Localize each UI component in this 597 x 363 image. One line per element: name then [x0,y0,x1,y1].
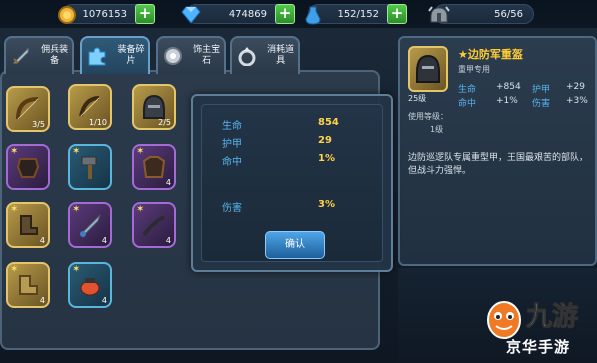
fragment-count: 4 [165,178,171,187]
resource-bar: 1076153 + 474869 + 152/152 + 56/56 [0,0,597,28]
stat-label: 伤害 [532,99,551,109]
star-icon: ✶ [10,146,19,157]
confirm-button[interactable]: 确认 [265,231,325,259]
item-level-tag: 25级 [408,94,427,103]
stat-value: 1% [318,153,335,164]
stat-label: 护甲 [532,85,551,95]
fragment-slot[interactable]: 2/5 [132,84,176,130]
fragment-count: 4 [101,236,107,245]
tab-consumables[interactable]: 消耗道具 [230,36,300,74]
gold-counter: 1076153 + [58,4,155,24]
star-icon: ✶ [72,264,81,275]
fragment-count: 4 [39,236,45,245]
stat-label: 命中 [222,157,242,168]
star-icon: ✶ [10,264,19,275]
star-icon: ✶ [136,204,145,215]
stat-value: +1% [496,96,518,106]
boots-icon [20,215,38,235]
fragment-count: 2/5 [158,118,171,127]
fragment-slot[interactable]: 3/5 [6,86,50,132]
sword-icon [10,45,31,67]
diamond-counter: 474869 + [181,4,295,24]
fragment-count: 4 [165,236,171,245]
fragment-slot[interactable]: ✶ [68,144,112,190]
ring-icon [236,45,257,67]
tab-label: 消耗道具 [267,45,295,66]
gold-coin-icon [55,3,79,27]
armor-icon [142,156,166,178]
fragment-count: 4 [39,296,45,305]
tab-label: 装备碎片 [117,45,145,66]
stats-popup: 生命 854 护甲 29 命中 1% 伤害 3% 确认 [191,94,393,272]
fragment-count: 1/10 [89,118,107,127]
add-gold-button[interactable]: + [135,4,155,24]
pot-icon [80,278,100,296]
fragment-slot[interactable]: ✶ 4 [6,202,50,248]
stat-value: +3% [566,96,588,106]
mascot-icon [487,301,521,339]
item-portrait [408,46,448,92]
whip-icon [142,215,165,237]
item-detail-panel: 25级 ★边防军重盔 重甲专用 生命 +854 护甲 +29 命中 +1% 伤害… [398,36,597,266]
puzzle-icon [86,45,108,67]
fragment-slot[interactable]: ✶ [6,144,50,190]
star-icon: ✶ [72,204,81,215]
fragment-slot[interactable]: ✶ 4 [132,202,176,248]
watermark-line2: 京华手游 [506,338,571,356]
watermark-line1: 九游 [525,302,579,333]
boots-icon [19,275,38,295]
tab-equipment-fragments[interactable]: 装备碎片 [80,36,150,74]
fragment-slot[interactable]: ✶ 4 [6,262,50,308]
star-icon: ✶ [10,204,19,215]
add-stamina-button[interactable]: + [387,4,407,24]
tab-label: 饰主宝石 [193,45,221,66]
fragment-slot[interactable]: ✶ 4 [132,144,176,190]
fragment-slot[interactable]: ✶ 4 [68,262,112,308]
use-level: 使用等级： 1级 [408,110,448,136]
use-level-value: 1级 [430,125,444,134]
use-level-label: 使用等级： [408,112,448,121]
stat-value: +854 [496,82,521,92]
stamina-potion-icon [301,3,325,27]
item-name: ★边防军重盔 [458,48,523,61]
add-diamond-button[interactable]: + [275,4,295,24]
hammer-icon [81,156,97,179]
fragment-slot[interactable]: ✶ 4 [68,202,112,248]
stat-value: 854 [318,117,339,128]
tab-mercenary-equipment[interactable]: 佣兵装备 [4,36,74,74]
stat-label: 命中 [458,99,477,109]
fragment-count: 4 [101,296,107,305]
dagger-icon [80,214,101,237]
stat-label: 生命 [222,121,242,132]
armor-icon [16,158,40,178]
tab-label: 佣兵装备 [41,45,69,66]
stat-label: 生命 [458,85,477,95]
item-subtitle: 重甲专用 [458,65,490,74]
helmet-icon [427,3,451,27]
star-icon: ✶ [136,146,145,157]
stat-label: 伤害 [222,203,242,214]
fragment-slot[interactable]: 1/10 [68,84,112,130]
gem-icon [162,45,183,67]
star-icon: ✶ [72,146,81,157]
stat-value: 29 [318,135,332,146]
stat-label: 护甲 [222,139,242,150]
blue-diamond-icon [179,3,203,27]
tab-gems[interactable]: 饰主宝石 [156,36,226,74]
item-description: 边防巡逻队专属重型甲，王国最艰苦的部队，但战斗力强悍。 [408,153,589,176]
watermark-logo: 九游 京华手游 [484,292,596,362]
fragment-count: 3/5 [32,120,45,129]
heavy-helmet-icon [416,54,440,83]
troop-counter: 56/56 [428,4,534,24]
stat-value: +29 [566,82,585,92]
stamina-counter: 152/152 + [305,4,407,25]
stat-value: 3% [318,199,335,210]
